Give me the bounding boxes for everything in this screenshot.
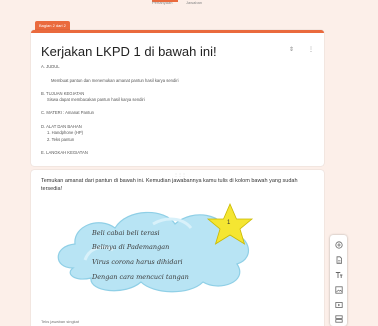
question-text[interactable]: Temukan amanat dari pantun di bawah ini.… (41, 178, 313, 193)
add-question-icon[interactable] (334, 240, 343, 249)
description-line: Membuat pantun dan menemukan amanat pant… (51, 78, 179, 83)
description-line: A. JUDUL (41, 64, 60, 69)
collapse-icon[interactable]: ⇕ (289, 46, 294, 53)
floating-toolbar (330, 235, 347, 326)
description-line: E. LANGKAH KEGIATAN (41, 150, 88, 155)
pantun-image: 1 Beli cabai beli terasi Belinya di Pade… (43, 198, 283, 294)
pantun-line: Dengan cara mencuci tangan (92, 273, 189, 281)
import-questions-icon[interactable] (334, 255, 343, 264)
add-image-icon[interactable] (334, 285, 343, 294)
more-options-icon[interactable]: ⋮ (308, 46, 314, 53)
section-badge: Bagian 2 dari 2 (35, 21, 70, 30)
form-section-card[interactable]: Kerjakan LKPD 1 di bawah ini! ⇕ ⋮ A. JUD… (31, 30, 324, 166)
pantun-line: Virus corona harus dihidari (92, 258, 183, 266)
description-line: 2. Teks pantun (47, 137, 75, 142)
description-line: 1. Handphone (HP) (47, 130, 84, 135)
short-answer-placeholder: Teks jawaban singkat (41, 319, 80, 324)
description-line: C. MATERI : Amanat Pantun (41, 110, 94, 115)
add-video-icon[interactable] (334, 300, 343, 309)
question-card[interactable]: ⋮⋮⋮ Temukan amanat dari pantun di bawah … (31, 170, 324, 326)
drag-handle-icon[interactable]: ⋮⋮⋮ (174, 172, 186, 177)
add-title-icon[interactable] (334, 270, 343, 279)
description-line: Siswa dapat membacakan pantun hasil kary… (47, 97, 145, 102)
form-title[interactable]: Kerjakan LKPD 1 di bawah ini! (41, 44, 217, 59)
pantun-line: Beli cabai beli terasi (92, 229, 160, 237)
tab-responses[interactable]: Jawaban (186, 0, 202, 5)
description-line: B. TUJUAN KEGIATAN (41, 91, 85, 96)
star-number: 1 (227, 220, 231, 226)
description-line: D. ALAT DAN BAHAN (41, 124, 82, 129)
tab-questions[interactable]: Pertanyaan (152, 0, 172, 5)
add-section-icon[interactable] (334, 314, 343, 323)
pantun-line: Belinya di Pademangan (92, 243, 170, 251)
